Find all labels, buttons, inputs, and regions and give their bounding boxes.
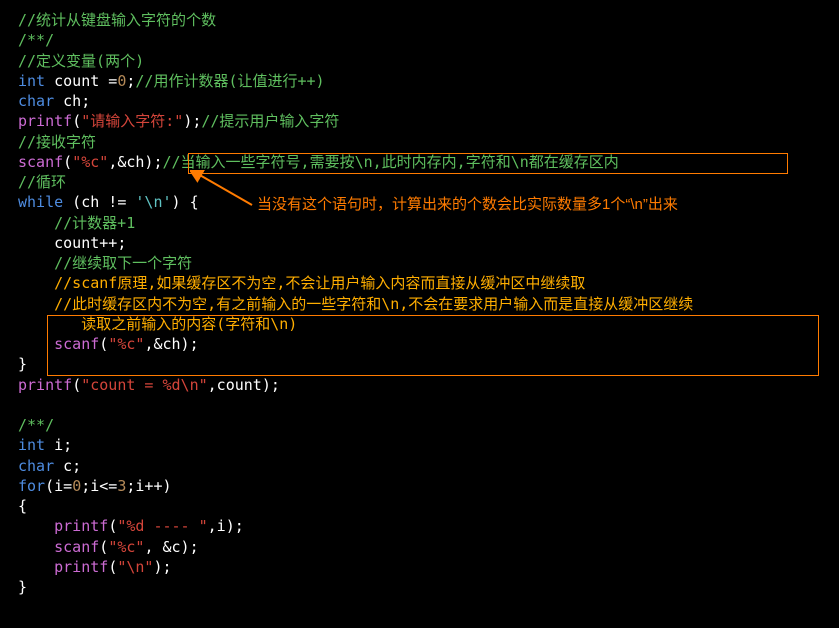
code-line: //循环	[18, 172, 821, 192]
code-text: ,count);	[208, 376, 280, 394]
code-text: ) {	[172, 193, 199, 211]
code-text: , &c);	[144, 538, 198, 556]
code-line: printf("请输入字符:");//提示用户输入字符	[18, 111, 821, 131]
paren: (	[72, 376, 81, 394]
code-text: ch;	[54, 92, 90, 110]
comment: /**/	[18, 31, 54, 49]
keyword: int	[18, 72, 45, 90]
comment: //定义变量(两个)	[18, 52, 144, 70]
code-text: c;	[54, 457, 81, 475]
comment: //统计从键盘输入字符的个数	[18, 11, 216, 29]
code-line: printf("\n");	[18, 557, 821, 577]
func-call: scanf	[18, 153, 63, 171]
comment: //计数器+1	[18, 214, 135, 232]
func-call: printf	[18, 112, 72, 130]
code-line: /**/	[18, 30, 821, 50]
code-line: char c;	[18, 456, 821, 476]
string: "请输入字符:"	[81, 112, 183, 130]
paren: (	[99, 335, 108, 353]
keyword: int	[18, 436, 45, 454]
indent	[18, 558, 54, 576]
comment: //提示用户输入字符	[201, 112, 339, 130]
code-line: }	[18, 577, 821, 597]
func-call: scanf	[54, 335, 99, 353]
string: "count = %d\n"	[81, 376, 207, 394]
comment: //当输入一些字符号,需要按\n,此时内存内,字符和\n都在缓存区内	[163, 153, 619, 171]
string: "\n"	[117, 558, 153, 576]
comment: //继续取下一个字符	[18, 254, 192, 272]
code-line: count++;	[18, 233, 821, 253]
code-line: //继续取下一个字符	[18, 253, 821, 273]
code-text: count++;	[18, 234, 126, 252]
keyword: for	[18, 477, 45, 495]
func-call: printf	[54, 517, 108, 535]
paren: (	[108, 517, 117, 535]
code-line: scanf("%c",&ch);	[18, 334, 821, 354]
string: "%c"	[108, 335, 144, 353]
code-line: int count =0;//用作计数器(让值进行++)	[18, 71, 821, 91]
brace: }	[18, 578, 27, 596]
brace: {	[18, 497, 27, 515]
func-call: printf	[18, 376, 72, 394]
string: "%d ---- "	[117, 517, 207, 535]
paren: (	[99, 538, 108, 556]
code-line: char ch;	[18, 91, 821, 111]
code-line: //scanf原理,如果缓存区不为空,不会让用户输入内容而直接从缓冲区中继续取	[18, 273, 821, 293]
code-text: (i=	[45, 477, 72, 495]
indent	[18, 335, 54, 353]
code-text: ,i);	[208, 517, 244, 535]
string: "%c"	[108, 538, 144, 556]
code-line: //此时缓存区内不为空,有之前输入的一些字符和\n,不会在要求用户输入而是直接从…	[18, 294, 821, 335]
func-call: printf	[54, 558, 108, 576]
func-call: scanf	[54, 538, 99, 556]
code-line: //定义变量(两个)	[18, 51, 821, 71]
code-line: //接收字符	[18, 132, 821, 152]
code-line: printf("count = %d\n",count);	[18, 375, 821, 395]
comment: //用作计数器(让值进行++)	[135, 72, 324, 90]
code-line: //计数器+1	[18, 213, 821, 233]
comment-highlight: //此时缓存区内不为空,有之前输入的一些字符和\n,不会在要求用户输入而是直接从…	[18, 295, 693, 333]
code-line: scanf("%c",&ch);//当输入一些字符号,需要按\n,此时内存内,字…	[18, 152, 821, 172]
code-text: ;i<=	[81, 477, 117, 495]
comment: /**/	[18, 416, 54, 434]
indent	[18, 538, 54, 556]
number: 0	[72, 477, 81, 495]
code-text: ;i++)	[126, 477, 171, 495]
paren: (	[72, 112, 81, 130]
code-line: int i;	[18, 435, 821, 455]
keyword: char	[18, 457, 54, 475]
paren: (	[63, 153, 72, 171]
code-line: /**/	[18, 415, 821, 435]
code-line	[18, 395, 821, 415]
code-text: i;	[45, 436, 72, 454]
code-line: printf("%d ---- ",i);	[18, 516, 821, 536]
paren: (	[108, 558, 117, 576]
code-line: scanf("%c", &c);	[18, 537, 821, 557]
code-text: count =	[45, 72, 117, 90]
comment: //循环	[18, 173, 66, 191]
code-text: (ch !=	[63, 193, 135, 211]
code-line: for(i=0;i<=3;i++)	[18, 476, 821, 496]
code-text: );	[153, 558, 171, 576]
char-lit: '\n'	[135, 193, 171, 211]
keyword: while	[18, 193, 63, 211]
comment: //接收字符	[18, 133, 96, 151]
string: "%c"	[72, 153, 108, 171]
keyword: char	[18, 92, 54, 110]
code-line: {	[18, 496, 821, 516]
code-line: //统计从键盘输入字符的个数	[18, 10, 821, 30]
comment-highlight: //scanf原理,如果缓存区不为空,不会让用户输入内容而直接从缓冲区中继续取	[18, 274, 585, 292]
code-text: ,&ch);	[144, 335, 198, 353]
code-line: }	[18, 354, 821, 374]
code-text: );	[183, 112, 201, 130]
indent	[18, 517, 54, 535]
annotation-text: 当没有这个语句时，计算出来的个数会比实际数量多1个“\n”出来	[257, 195, 678, 215]
code-text: ,&ch);	[108, 153, 162, 171]
brace: }	[18, 355, 27, 373]
